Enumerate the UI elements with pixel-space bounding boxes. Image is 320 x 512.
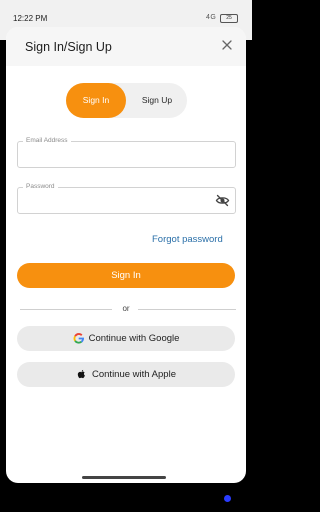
divider-right bbox=[138, 309, 236, 310]
divider-left bbox=[20, 309, 112, 310]
continue-with-apple-button[interactable]: Continue with Apple bbox=[17, 362, 235, 387]
sheet-title: Sign In/Sign Up bbox=[25, 40, 112, 54]
forgot-password-link[interactable]: Forgot password bbox=[152, 234, 223, 245]
close-icon bbox=[222, 40, 232, 50]
apple-button-label: Continue with Apple bbox=[92, 369, 176, 380]
email-field[interactable]: Email Address bbox=[17, 136, 236, 168]
home-indicator bbox=[82, 476, 166, 479]
signal-indicator: 4G bbox=[206, 14, 217, 21]
password-input[interactable] bbox=[24, 193, 204, 208]
password-field[interactable]: Password bbox=[17, 182, 236, 214]
email-label: Email Address bbox=[23, 136, 71, 145]
eye-off-icon bbox=[215, 194, 230, 207]
password-label: Password bbox=[23, 182, 58, 191]
continue-with-google-button[interactable]: Continue with Google bbox=[17, 326, 235, 351]
tab-sign-up[interactable]: Sign Up bbox=[128, 83, 186, 118]
floating-indicator bbox=[224, 495, 231, 502]
or-divider-text: or bbox=[122, 304, 130, 313]
tab-sign-in[interactable]: Sign In bbox=[66, 83, 126, 118]
status-time: 12:22 PM bbox=[13, 14, 48, 23]
sheet-header: Sign In/Sign Up bbox=[6, 27, 246, 66]
auth-sheet: Sign In/Sign Up Sign In Sign Up Email Ad… bbox=[6, 27, 246, 483]
email-input[interactable] bbox=[24, 147, 204, 162]
close-button[interactable] bbox=[220, 38, 234, 52]
google-icon bbox=[73, 333, 84, 344]
sign-in-button[interactable]: Sign In bbox=[17, 263, 235, 288]
battery-indicator: 25 bbox=[220, 14, 238, 23]
google-button-label: Continue with Google bbox=[88, 333, 180, 344]
apple-icon bbox=[77, 369, 85, 379]
auth-mode-toggle: Sign In Sign Up bbox=[66, 83, 187, 118]
toggle-password-visibility-button[interactable] bbox=[215, 193, 230, 208]
